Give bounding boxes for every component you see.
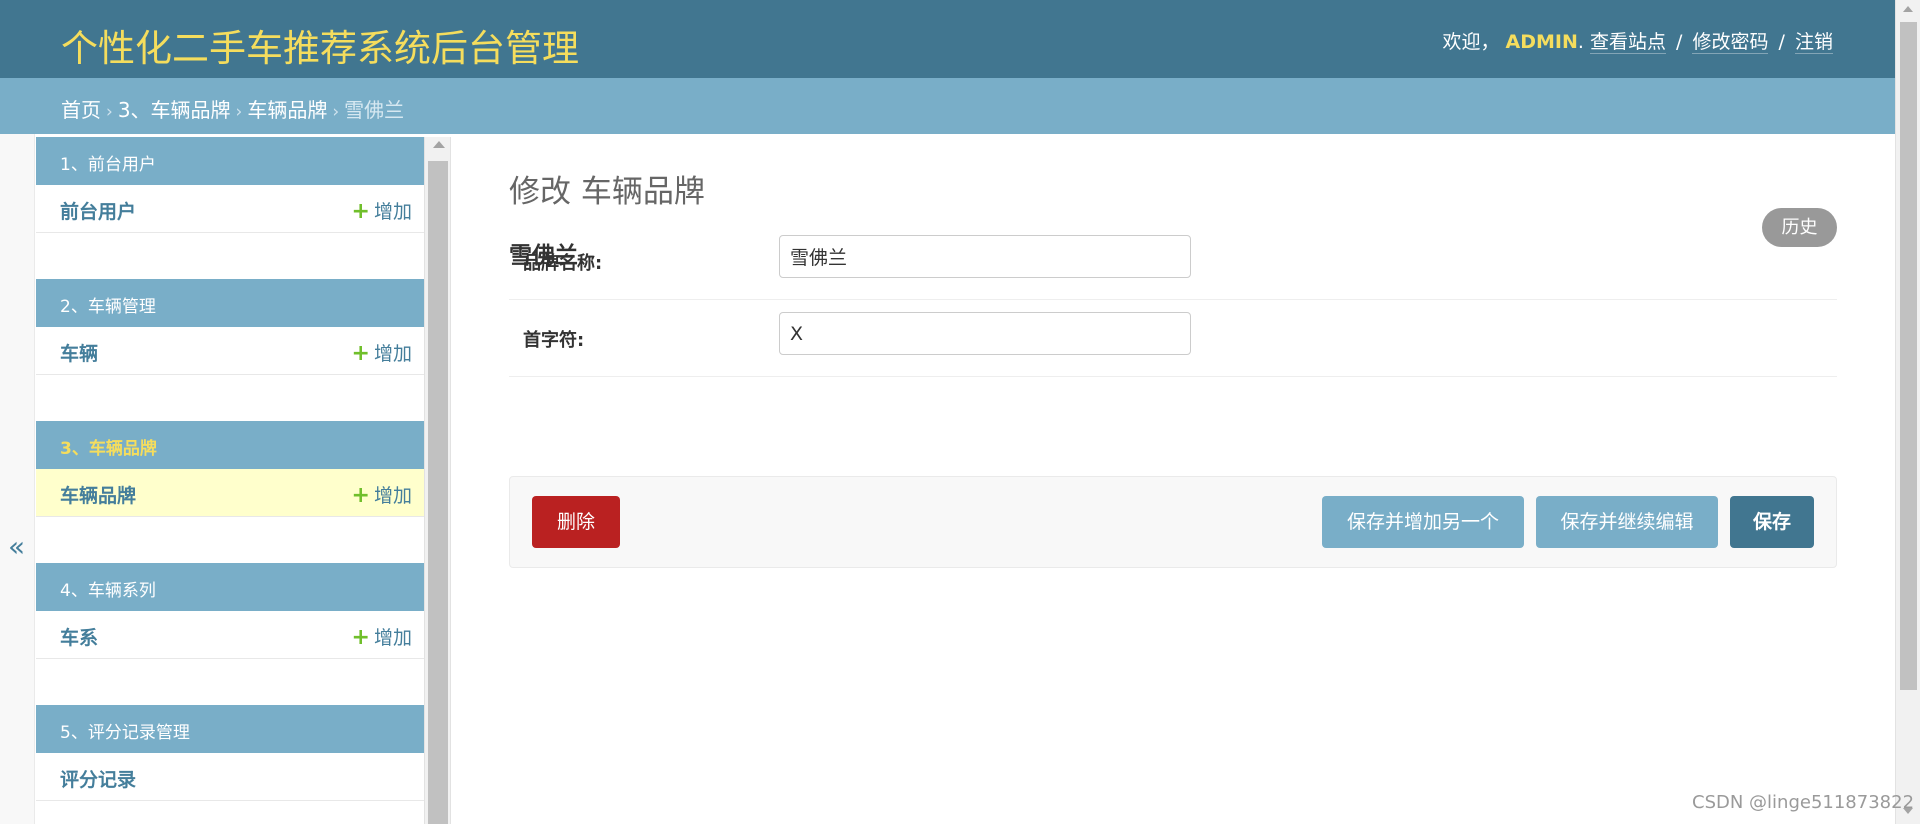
add-link[interactable]: + 增加 [352,197,412,224]
view-site-link[interactable]: 查看站点 [1589,31,1666,54]
user-tools: 欢迎， ADMIN. 查看站点 / 修改密码 / 注销 [1442,27,1833,54]
submit-row: 删除 保存并增加另一个 保存并继续编辑 保存 [509,476,1837,568]
watermark-text: CSDN @linge511873822 [1692,792,1915,813]
sidebar-scrollbar[interactable] [424,137,451,824]
module-caption[interactable]: 2、车辆管理 [36,279,424,327]
form-row-brand-name: 品牌名称: [509,224,1837,300]
nav-sidebar-toggle[interactable]: « [0,134,35,824]
change-password-link[interactable]: 修改密码 [1692,31,1769,54]
add-label: 增加 [373,485,412,507]
save-and-continue-button[interactable]: 保存并继续编辑 [1536,496,1718,548]
module-vehicles: 2、车辆管理 车辆 + 增加 [36,279,424,375]
module-ratings: 5、评分记录管理 评分记录 [36,705,424,801]
breadcrumb-model[interactable]: 车辆品牌 [247,98,327,122]
sidebar-item-link[interactable]: 车辆 [60,339,98,366]
module-brands: 3、车辆品牌 车辆品牌 + 增加 [36,421,424,517]
separator: / [1676,31,1683,53]
logout-link[interactable]: 注销 [1794,31,1833,54]
page-title: 修改 车辆品牌 [509,174,705,210]
module-front-users: 1、前台用户 前台用户 + 增加 [36,137,424,233]
delete-button[interactable]: 删除 [532,496,620,548]
plus-icon: + [351,483,370,508]
nav-sidebar: 1、前台用户 前台用户 + 增加 2、车辆管理 车辆 + 增加 3、车辆品牌 车辆品… [36,137,424,824]
add-label: 增加 [373,343,412,365]
form-row-initial: 首字符: [509,301,1837,377]
breadcrumb-separator: › [106,102,113,122]
breadcrumb-home[interactable]: 首页 [61,98,101,122]
chevron-double-left-icon[interactable]: « [8,530,25,563]
plus-icon: + [351,341,370,366]
site-title[interactable]: 个性化二手车推荐系统后台管理 [61,18,579,72]
add-link[interactable]: + 增加 [352,339,412,366]
main-content: 修改 车辆品牌 历史 雪佛兰 品牌名称: 首字符: 删除 保存并增加另一个 保存… [451,134,1895,824]
breadcrumb-separator: › [235,102,243,122]
page-scrollbar-thumb[interactable] [1900,22,1917,690]
header-bar: 个性化二手车推荐系统后台管理 欢迎， ADMIN. 查看站点 / 修改密码 / … [0,0,1895,78]
breadcrumb-separator: › [332,102,340,122]
sidebar-item-link[interactable]: 车辆品牌 [60,481,136,508]
username: ADMIN [1505,31,1578,53]
sidebar-item-link[interactable]: 评分记录 [60,765,136,792]
sidebar-item-series: 车系 + 增加 [36,611,424,659]
initial-input[interactable] [779,312,1191,355]
separator: / [1778,31,1785,53]
sidebar-item-front-users: 前台用户 + 增加 [36,185,424,233]
plus-icon: + [351,625,370,650]
module-series: 4、车辆系列 车系 + 增加 [36,563,424,659]
sidebar-item-vehicles: 车辆 + 增加 [36,327,424,375]
module-caption[interactable]: 4、车辆系列 [36,563,424,611]
breadcrumb: 首页 › 3、车辆品牌 › 车辆品牌 › 雪佛兰 [0,78,1895,134]
breadcrumb-current: 雪佛兰 [344,98,405,122]
plus-icon: + [351,199,370,224]
brand-name-label: 品牌名称: [523,253,603,274]
sidebar-item-link[interactable]: 前台用户 [60,197,136,224]
module-caption[interactable]: 3、车辆品牌 [36,421,424,469]
scroll-up-arrow-icon[interactable] [433,141,445,148]
brand-name-input[interactable] [779,235,1191,278]
initial-label: 首字符: [523,330,585,351]
breadcrumb-app[interactable]: 3、车辆品牌 [118,98,231,122]
welcome-text: 欢迎， [1442,31,1500,53]
add-label: 增加 [373,201,412,223]
module-caption[interactable]: 5、评分记录管理 [36,705,424,753]
sidebar-item-ratings: 评分记录 [36,753,424,801]
add-link[interactable]: + 增加 [352,623,412,650]
add-link[interactable]: + 增加 [352,481,412,508]
save-button[interactable]: 保存 [1730,496,1814,548]
module-caption[interactable]: 1、前台用户 [36,137,424,185]
scroll-up-arrow-icon[interactable] [1903,6,1913,12]
sidebar-scrollbar-thumb[interactable] [428,161,448,824]
username-suffix: . [1577,31,1584,53]
add-label: 增加 [373,627,412,649]
sidebar-item-link[interactable]: 车系 [60,623,98,650]
sidebar-item-brands: 车辆品牌 + 增加 [36,469,424,517]
save-and-add-another-button[interactable]: 保存并增加另一个 [1322,496,1524,548]
page-scrollbar[interactable] [1895,0,1920,824]
